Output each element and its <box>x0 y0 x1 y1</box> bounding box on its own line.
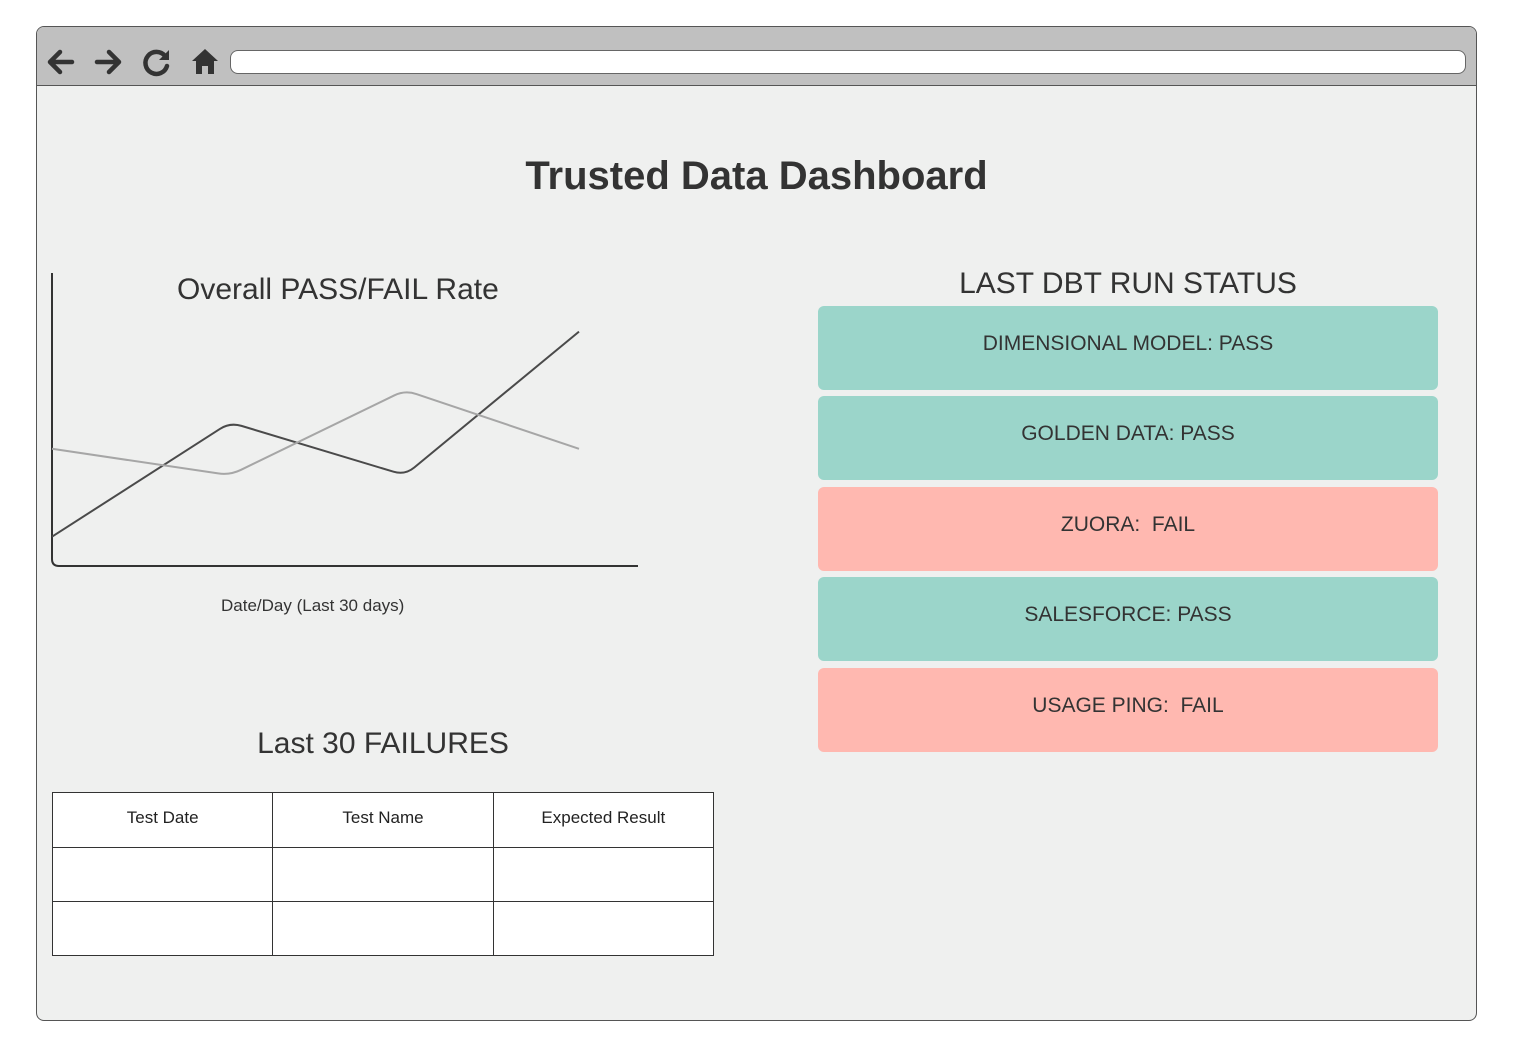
column-header-expected-result: Expected Result <box>492 792 715 848</box>
status-card-label: DIMENSIONAL MODEL: PASS <box>982 332 1274 355</box>
chart-series-layer <box>51 330 580 538</box>
column-header-test-date: Test Date <box>51 792 274 848</box>
failures-table: Test Date Test Name Expected Result <box>51 792 715 956</box>
status-card-label: SALESFORCE: PASS <box>1024 603 1232 626</box>
status-card-dimensional-model: DIMENSIONAL MODEL: PASS <box>818 306 1438 390</box>
series-line-2 <box>51 391 580 475</box>
failures-heading: Last 30 FAILURES <box>257 727 509 760</box>
status-card-golden-data: GOLDEN DATA: PASS <box>818 396 1438 480</box>
browser-window: Trusted Data Dashboard Overall PASS/FAIL… <box>36 26 1477 1021</box>
status-card-label: USAGE PING: FAIL <box>1032 694 1224 717</box>
table-row <box>51 847 715 902</box>
status-card-usage-ping: USAGE PING: FAIL <box>818 668 1438 752</box>
table-cell <box>272 847 494 902</box>
pass-fail-line-chart <box>51 273 638 567</box>
status-heading: LAST DBT RUN STATUS <box>959 267 1297 300</box>
table-cell <box>272 901 494 956</box>
x-axis-label: Date/Day (Last 30 days) <box>221 596 405 615</box>
status-card-label: GOLDEN DATA: PASS <box>1021 422 1235 445</box>
table-cell <box>492 901 715 956</box>
table-cell <box>51 901 274 956</box>
chart-title: Overall PASS/FAIL Rate <box>177 273 499 306</box>
status-card-zuora: ZUORA: FAIL <box>818 487 1438 571</box>
table-row <box>51 901 715 956</box>
status-card-label: ZUORA: FAIL <box>1060 513 1196 536</box>
status-card-salesforce: SALESFORCE: PASS <box>818 577 1438 661</box>
table-header-row: Test Date Test Name Expected Result <box>51 792 715 848</box>
table-cell <box>51 847 274 902</box>
table-cell <box>492 847 715 902</box>
column-header-test-name: Test Name <box>272 792 494 848</box>
